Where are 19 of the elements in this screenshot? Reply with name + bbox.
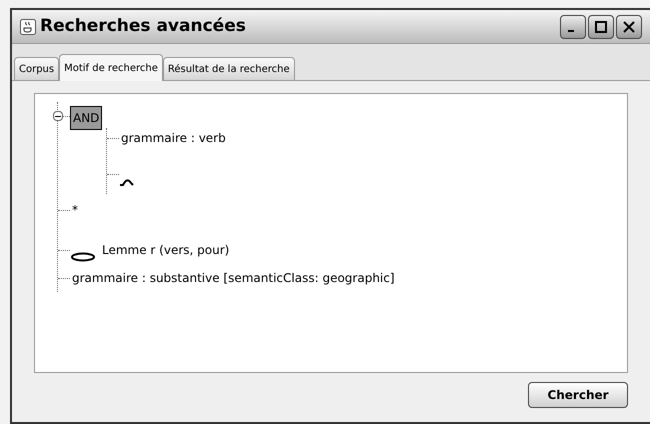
tab[interactable]: Motif de recherche [59, 54, 163, 81]
tree-node[interactable]: AND [70, 106, 102, 130]
tab[interactable]: Corpus [14, 57, 60, 80]
tree-node[interactable]: Lemme r (vers, pour) [100, 240, 232, 260]
coffee-cup-icon [20, 18, 36, 34]
collapse-toggle[interactable] [53, 111, 63, 121]
minimize-button[interactable] [560, 14, 586, 38]
tab[interactable]: Résultat de la recherche [162, 57, 295, 80]
tree-node[interactable]: grammaire : substantive [semanticClass: geographic] [70, 268, 397, 288]
close-button[interactable] [616, 14, 642, 38]
maximize-icon [595, 20, 607, 32]
minimize-icon [568, 30, 574, 32]
search-button[interactable]: Chercher [528, 382, 628, 408]
maximize-button[interactable] [588, 14, 614, 38]
tree-node[interactable]: * [70, 200, 80, 220]
close-icon [623, 20, 635, 32]
window-title: Recherches avancées [40, 14, 246, 38]
oval-icon [70, 252, 96, 262]
tree-node[interactable]: grammaire : verb [119, 128, 228, 148]
